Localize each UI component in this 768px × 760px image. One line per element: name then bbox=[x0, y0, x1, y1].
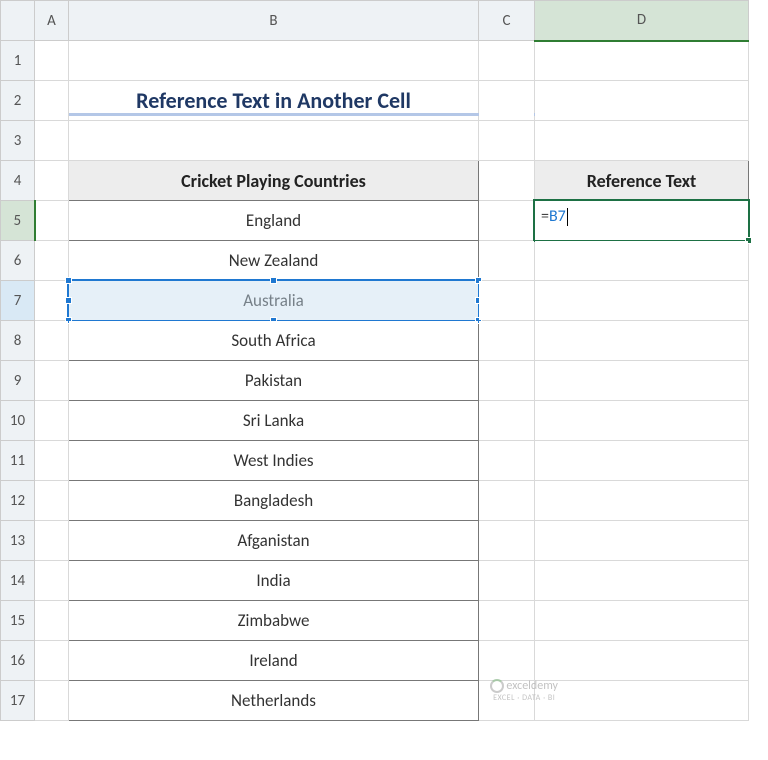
row-header-13[interactable]: 13 bbox=[1, 521, 35, 561]
table-row[interactable]: Netherlands bbox=[69, 681, 479, 721]
table-row[interactable]: Zimbabwe bbox=[69, 601, 479, 641]
table-row[interactable]: Sri Lanka bbox=[69, 401, 479, 441]
cell-C10[interactable] bbox=[479, 401, 535, 441]
cell-C7[interactable] bbox=[479, 281, 535, 321]
cell-D13[interactable] bbox=[535, 521, 749, 561]
select-all-corner[interactable] bbox=[1, 1, 35, 41]
spreadsheet: A B C D 1 2 Reference Text in Another Ce… bbox=[0, 0, 768, 721]
table-row[interactable]: West Indies bbox=[69, 441, 479, 481]
cell-B1[interactable] bbox=[69, 41, 479, 81]
col-header-C[interactable]: C bbox=[479, 1, 535, 41]
page-title[interactable]: Reference Text in Another Cell bbox=[69, 81, 479, 121]
title-text: Reference Text in Another Cell bbox=[136, 87, 411, 114]
table-row[interactable]: New Zealand bbox=[69, 241, 479, 281]
cell-A11[interactable] bbox=[35, 441, 69, 481]
cell-A16[interactable] bbox=[35, 641, 69, 681]
row-header-10[interactable]: 10 bbox=[1, 401, 35, 441]
cell-D15[interactable] bbox=[535, 601, 749, 641]
cell-C1[interactable] bbox=[479, 41, 535, 81]
cell-D10[interactable] bbox=[535, 401, 749, 441]
cell-A12[interactable] bbox=[35, 481, 69, 521]
table-header-reference[interactable]: Reference Text bbox=[535, 161, 749, 201]
cell-D5-editing[interactable]: =B7 bbox=[535, 201, 749, 241]
cell-D6[interactable] bbox=[535, 241, 749, 281]
cell-C5[interactable] bbox=[479, 201, 535, 241]
cell-A3[interactable] bbox=[35, 121, 69, 161]
cell-D16[interactable] bbox=[535, 641, 749, 681]
cell-A13[interactable] bbox=[35, 521, 69, 561]
cell-D8[interactable] bbox=[535, 321, 749, 361]
cell-A8[interactable] bbox=[35, 321, 69, 361]
cell-A5[interactable] bbox=[35, 201, 69, 241]
cell-A1[interactable] bbox=[35, 41, 69, 81]
row-header-7[interactable]: 7 bbox=[1, 281, 35, 321]
row-header-14[interactable]: 14 bbox=[1, 561, 35, 601]
table-header-countries[interactable]: Cricket Playing Countries bbox=[69, 161, 479, 201]
cell-D2[interactable] bbox=[535, 81, 749, 121]
formula-ref: B7 bbox=[549, 207, 566, 226]
row-header-9[interactable]: 9 bbox=[1, 361, 35, 401]
row-header-4[interactable]: 4 bbox=[1, 161, 35, 201]
row-header-16[interactable]: 16 bbox=[1, 641, 35, 681]
cell-D1[interactable] bbox=[535, 41, 749, 81]
cell-D3[interactable] bbox=[535, 121, 749, 161]
cell-C14[interactable] bbox=[479, 561, 535, 601]
cell-C3[interactable] bbox=[479, 121, 535, 161]
row-header-15[interactable]: 15 bbox=[1, 601, 35, 641]
cell-D17[interactable] bbox=[535, 681, 749, 721]
row-header-1[interactable]: 1 bbox=[1, 41, 35, 81]
text-cursor bbox=[567, 208, 568, 226]
table-row[interactable]: Ireland bbox=[69, 641, 479, 681]
row-header-8[interactable]: 8 bbox=[1, 321, 35, 361]
cell-C16[interactable] bbox=[479, 641, 535, 681]
cell-C12[interactable] bbox=[479, 481, 535, 521]
row-header-17[interactable]: 17 bbox=[1, 681, 35, 721]
row-header-6[interactable]: 6 bbox=[1, 241, 35, 281]
table-row[interactable]: Australia bbox=[69, 281, 479, 321]
table-row[interactable]: India bbox=[69, 561, 479, 601]
cell-A2[interactable] bbox=[35, 81, 69, 121]
col-header-D[interactable]: D bbox=[535, 1, 749, 41]
cell-C15[interactable] bbox=[479, 601, 535, 641]
formula-eq: = bbox=[541, 207, 549, 226]
cell-A7[interactable] bbox=[35, 281, 69, 321]
col-header-A[interactable]: A bbox=[35, 1, 69, 41]
row-header-5[interactable]: 5 bbox=[1, 201, 35, 241]
cell-C4[interactable] bbox=[479, 161, 535, 201]
cell-C13[interactable] bbox=[479, 521, 535, 561]
cell-B7-value: Australia bbox=[243, 290, 304, 311]
table-row[interactable]: Afganistan bbox=[69, 521, 479, 561]
cell-A17[interactable] bbox=[35, 681, 69, 721]
table-row[interactable]: England bbox=[69, 201, 479, 241]
table-row[interactable]: Pakistan bbox=[69, 361, 479, 401]
cell-D11[interactable] bbox=[535, 441, 749, 481]
table-row[interactable]: Bangladesh bbox=[69, 481, 479, 521]
row-header-3[interactable]: 3 bbox=[1, 121, 35, 161]
cell-D14[interactable] bbox=[535, 561, 749, 601]
row-header-11[interactable]: 11 bbox=[1, 441, 35, 481]
cell-C8[interactable] bbox=[479, 321, 535, 361]
col-header-B[interactable]: B bbox=[69, 1, 479, 41]
cell-A14[interactable] bbox=[35, 561, 69, 601]
cell-C9[interactable] bbox=[479, 361, 535, 401]
cell-C6[interactable] bbox=[479, 241, 535, 281]
cell-B3[interactable] bbox=[69, 121, 479, 161]
cell-A6[interactable] bbox=[35, 241, 69, 281]
cell-D9[interactable] bbox=[535, 361, 749, 401]
row-header-2[interactable]: 2 bbox=[1, 81, 35, 121]
table-row[interactable]: South Africa bbox=[69, 321, 479, 361]
row-header-12[interactable]: 12 bbox=[1, 481, 35, 521]
grid-table: A B C D 1 2 Reference Text in Another Ce… bbox=[0, 0, 749, 721]
formula-editor[interactable]: =B7 bbox=[533, 199, 750, 242]
cell-D7[interactable] bbox=[535, 281, 749, 321]
cell-A15[interactable] bbox=[35, 601, 69, 641]
cell-A4[interactable] bbox=[35, 161, 69, 201]
cell-D12[interactable] bbox=[535, 481, 749, 521]
cell-C11[interactable] bbox=[479, 441, 535, 481]
cell-A10[interactable] bbox=[35, 401, 69, 441]
cell-A9[interactable] bbox=[35, 361, 69, 401]
cell-C2[interactable] bbox=[479, 81, 535, 121]
cell-C17[interactable] bbox=[479, 681, 535, 721]
